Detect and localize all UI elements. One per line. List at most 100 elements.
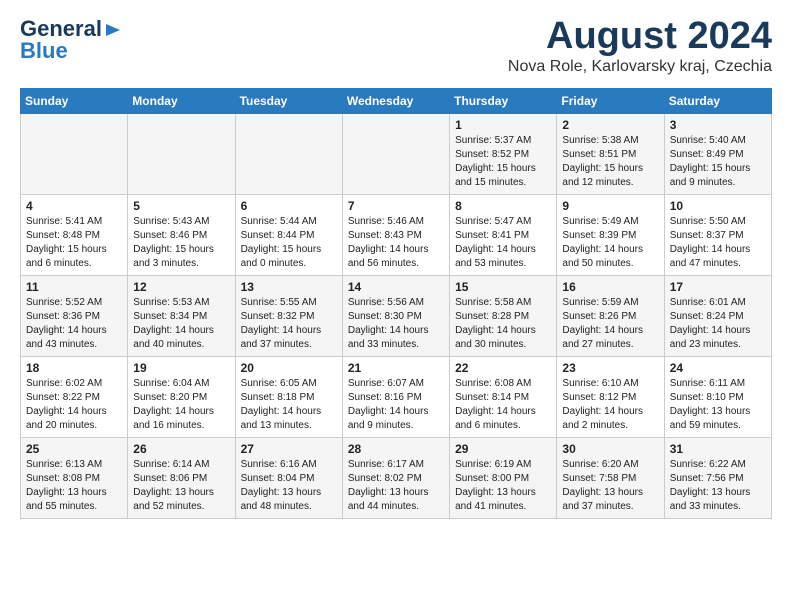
day-content: Sunrise: 5:46 AM Sunset: 8:43 PM Dayligh… (348, 215, 444, 271)
day-number: 6 (241, 199, 337, 213)
day-number: 23 (562, 361, 658, 375)
day-content: Sunrise: 5:59 AM Sunset: 8:26 PM Dayligh… (562, 296, 658, 352)
day-content: Sunrise: 6:22 AM Sunset: 7:56 PM Dayligh… (670, 458, 766, 514)
calendar-cell (21, 113, 128, 194)
day-number: 21 (348, 361, 444, 375)
calendar-cell: 22 Sunrise: 6:08 AM Sunset: 8:14 PM Dayli… (450, 356, 557, 437)
day-number: 12 (133, 280, 229, 294)
calendar-cell: 3 Sunrise: 5:40 AM Sunset: 8:49 PM Daylig… (664, 113, 771, 194)
calendar-cell: 24Sunrise: 6:11 AM Sunset: 8:10 PM Dayli… (664, 356, 771, 437)
day-content: Sunrise: 5:38 AM Sunset: 8:51 PM Dayligh… (562, 134, 658, 190)
day-number: 1 (455, 118, 551, 132)
day-number: 17 (670, 280, 766, 294)
logo-blue: Blue (20, 38, 68, 64)
calendar-cell: 14Sunrise: 5:56 AM Sunset: 8:30 PM Dayli… (342, 275, 449, 356)
day-number: 29 (455, 442, 551, 456)
day-content: Sunrise: 6:08 AM Sunset: 8:14 PM Dayligh… (455, 377, 551, 433)
day-number: 31 (670, 442, 766, 456)
day-content: Sunrise: 5:40 AM Sunset: 8:49 PM Dayligh… (670, 134, 766, 190)
day-number: 13 (241, 280, 337, 294)
subtitle: Nova Role, Karlovarsky kraj, Czechia (508, 58, 772, 76)
calendar-week-4: 18 Sunrise: 6:02 AM Sunset: 8:22 PM Dayli… (21, 356, 772, 437)
day-content: Sunrise: 5:41 AM Sunset: 8:48 PM Dayligh… (26, 215, 122, 271)
day-number: 25 (26, 442, 122, 456)
logo-arrow-icon (104, 21, 122, 39)
calendar-cell: 19 Sunrise: 6:04 AM Sunset: 8:20 PM Dayli… (128, 356, 235, 437)
calendar-cell: 2 Sunrise: 5:38 AM Sunset: 8:51 PM Daylig… (557, 113, 664, 194)
day-number: 16 (562, 280, 658, 294)
day-number: 20 (241, 361, 337, 375)
weekday-header-wednesday: Wednesday (342, 88, 449, 113)
calendar-cell: 23 Sunrise: 6:10 AM Sunset: 8:12 PM Dayli… (557, 356, 664, 437)
day-content: Sunrise: 6:07 AM Sunset: 8:16 PM Dayligh… (348, 377, 444, 433)
title-area: August 2024 Nova Role, Karlovarsky kraj,… (508, 16, 772, 76)
calendar-cell: 18 Sunrise: 6:02 AM Sunset: 8:22 PM Dayli… (21, 356, 128, 437)
calendar-cell: 8 Sunrise: 5:47 AM Sunset: 8:41 PM Daylig… (450, 194, 557, 275)
calendar-cell (342, 113, 449, 194)
day-content: Sunrise: 5:47 AM Sunset: 8:41 PM Dayligh… (455, 215, 551, 271)
calendar-cell: 1Sunrise: 5:37 AM Sunset: 8:52 PM Daylig… (450, 113, 557, 194)
day-number: 8 (455, 199, 551, 213)
calendar-cell: 21 Sunrise: 6:07 AM Sunset: 8:16 PM Dayli… (342, 356, 449, 437)
calendar-cell: 31 Sunrise: 6:22 AM Sunset: 7:56 PM Dayli… (664, 437, 771, 518)
day-content: Sunrise: 5:58 AM Sunset: 8:28 PM Dayligh… (455, 296, 551, 352)
day-number: 3 (670, 118, 766, 132)
calendar-cell: 16 Sunrise: 5:59 AM Sunset: 8:26 PM Dayli… (557, 275, 664, 356)
day-number: 18 (26, 361, 122, 375)
calendar-cell: 30Sunrise: 6:20 AM Sunset: 7:58 PM Dayli… (557, 437, 664, 518)
day-content: Sunrise: 6:14 AM Sunset: 8:06 PM Dayligh… (133, 458, 229, 514)
day-content: Sunrise: 6:02 AM Sunset: 8:22 PM Dayligh… (26, 377, 122, 433)
calendar-cell (235, 113, 342, 194)
logo: General Blue (20, 16, 122, 64)
calendar-week-3: 11 Sunrise: 5:52 AM Sunset: 8:36 PM Dayli… (21, 275, 772, 356)
calendar-cell: 17 Sunrise: 6:01 AM Sunset: 8:24 PM Dayli… (664, 275, 771, 356)
day-content: Sunrise: 6:17 AM Sunset: 8:02 PM Dayligh… (348, 458, 444, 514)
day-content: Sunrise: 5:43 AM Sunset: 8:46 PM Dayligh… (133, 215, 229, 271)
calendar-cell: 7 Sunrise: 5:46 AM Sunset: 8:43 PM Daylig… (342, 194, 449, 275)
calendar-week-1: 1Sunrise: 5:37 AM Sunset: 8:52 PM Daylig… (21, 113, 772, 194)
calendar-cell: 27 Sunrise: 6:16 AM Sunset: 8:04 PM Dayli… (235, 437, 342, 518)
day-number: 4 (26, 199, 122, 213)
calendar-cell: 12 Sunrise: 5:53 AM Sunset: 8:34 PM Dayli… (128, 275, 235, 356)
day-content: Sunrise: 6:01 AM Sunset: 8:24 PM Dayligh… (670, 296, 766, 352)
calendar-cell: 11 Sunrise: 5:52 AM Sunset: 8:36 PM Dayli… (21, 275, 128, 356)
day-content: Sunrise: 5:55 AM Sunset: 8:32 PM Dayligh… (241, 296, 337, 352)
calendar-cell: 9 Sunrise: 5:49 AM Sunset: 8:39 PM Daylig… (557, 194, 664, 275)
day-content: Sunrise: 5:53 AM Sunset: 8:34 PM Dayligh… (133, 296, 229, 352)
weekday-header-tuesday: Tuesday (235, 88, 342, 113)
day-number: 28 (348, 442, 444, 456)
day-number: 19 (133, 361, 229, 375)
day-number: 11 (26, 280, 122, 294)
weekday-header-friday: Friday (557, 88, 664, 113)
day-number: 22 (455, 361, 551, 375)
day-content: Sunrise: 6:10 AM Sunset: 8:12 PM Dayligh… (562, 377, 658, 433)
day-content: Sunrise: 5:56 AM Sunset: 8:30 PM Dayligh… (348, 296, 444, 352)
calendar-cell: 10 Sunrise: 5:50 AM Sunset: 8:37 PM Dayli… (664, 194, 771, 275)
day-number: 30 (562, 442, 658, 456)
calendar-cell: 15 Sunrise: 5:58 AM Sunset: 8:28 PM Dayli… (450, 275, 557, 356)
weekday-header-saturday: Saturday (664, 88, 771, 113)
calendar-table: SundayMondayTuesdayWednesdayThursdayFrid… (20, 88, 772, 519)
day-number: 7 (348, 199, 444, 213)
day-content: Sunrise: 6:04 AM Sunset: 8:20 PM Dayligh… (133, 377, 229, 433)
day-number: 10 (670, 199, 766, 213)
day-content: Sunrise: 6:13 AM Sunset: 8:08 PM Dayligh… (26, 458, 122, 514)
day-number: 15 (455, 280, 551, 294)
calendar-cell: 13 Sunrise: 5:55 AM Sunset: 8:32 PM Dayli… (235, 275, 342, 356)
day-content: Sunrise: 6:16 AM Sunset: 8:04 PM Dayligh… (241, 458, 337, 514)
weekday-header-thursday: Thursday (450, 88, 557, 113)
day-number: 9 (562, 199, 658, 213)
day-number: 5 (133, 199, 229, 213)
day-number: 2 (562, 118, 658, 132)
day-number: 27 (241, 442, 337, 456)
calendar-cell (128, 113, 235, 194)
calendar-cell: 5 Sunrise: 5:43 AM Sunset: 8:46 PM Daylig… (128, 194, 235, 275)
day-content: Sunrise: 6:05 AM Sunset: 8:18 PM Dayligh… (241, 377, 337, 433)
calendar-cell: 29Sunrise: 6:19 AM Sunset: 8:00 PM Dayli… (450, 437, 557, 518)
calendar-cell: 6Sunrise: 5:44 AM Sunset: 8:44 PM Daylig… (235, 194, 342, 275)
weekday-header-sunday: Sunday (21, 88, 128, 113)
day-content: Sunrise: 5:49 AM Sunset: 8:39 PM Dayligh… (562, 215, 658, 271)
day-content: Sunrise: 5:50 AM Sunset: 8:37 PM Dayligh… (670, 215, 766, 271)
day-content: Sunrise: 5:52 AM Sunset: 8:36 PM Dayligh… (26, 296, 122, 352)
calendar-cell: 4 Sunrise: 5:41 AM Sunset: 8:48 PM Daylig… (21, 194, 128, 275)
